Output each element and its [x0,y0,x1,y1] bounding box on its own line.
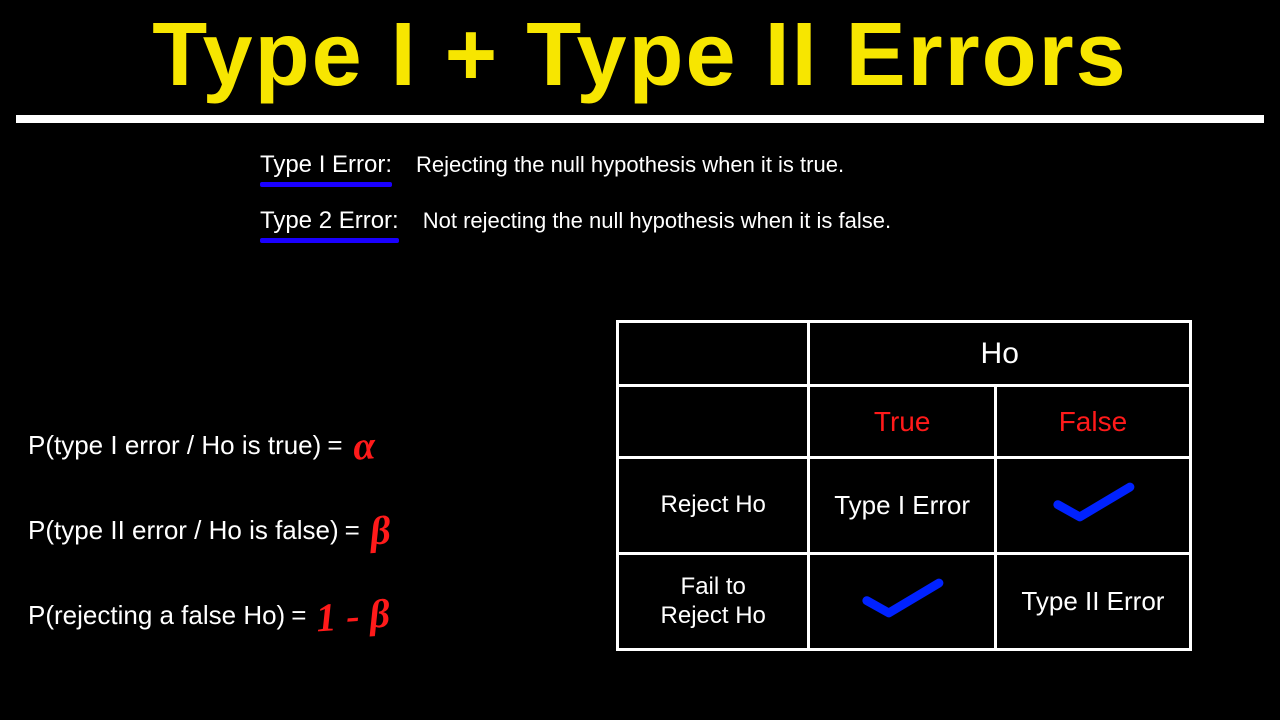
table-row: True False [618,386,1191,458]
correct-reject-cell [995,458,1190,554]
probability-block: P(type I error / Ho is true) = α P(type … [28,422,390,677]
prob-alpha-text: P(type I error / Ho is true) [28,430,321,461]
title-divider [16,115,1264,123]
type1-label: Type I Error: [260,151,392,179]
table-row: Ho [618,322,1191,386]
error-table-grid: Ho True False Reject Ho Type I Error Fai… [616,320,1192,651]
type2-label-text: Type 2 Error: [260,207,399,234]
type1-text: Rejecting the null hypothesis when it is… [416,152,844,178]
type2-definition: Type 2 Error: Not rejecting the null hyp… [260,207,1280,235]
type2-cell: Type II Error [995,554,1190,650]
empty-cell [618,322,809,386]
fail-reject-h0-text: Fail to Reject Ho [643,573,783,631]
correct-fail-cell [809,554,995,650]
prob-power-row: P(rejecting a false Ho) = 1 - β [28,592,390,639]
beta-symbol: β [368,506,392,554]
empty-cell [618,386,809,458]
check-icon [857,576,947,620]
type1-label-text: Type I Error: [260,151,392,178]
type2-text: Not rejecting the null hypothesis when i… [423,208,891,234]
prob-alpha-row: P(type I error / Ho is true) = α [28,422,390,469]
check-icon [1048,480,1138,524]
prob-beta-text: P(type II error / Ho is false) [28,515,339,546]
reject-h0-label: Reject Ho [618,458,809,554]
false-header: False [995,386,1190,458]
page-title: Type I + Type II Errors [0,0,1280,105]
error-table: Ho True False Reject Ho Type I Error Fai… [616,320,1192,651]
type2-underline [260,238,399,243]
table-row: Fail to Reject Ho Type II Error [618,554,1191,650]
prob-power-text: P(rejecting a false Ho) [28,600,285,631]
one-minus-beta-symbol: 1 - β [315,589,392,641]
type1-definition: Type I Error: Rejecting the null hypothe… [260,151,1280,179]
equals-sign: = [345,515,360,546]
alpha-symbol: α [351,421,376,469]
reject-h0-text: Reject Ho [661,491,766,520]
table-row: Reject Ho Type I Error [618,458,1191,554]
prob-beta-row: P(type II error / Ho is false) = β [28,507,390,554]
h0-header: Ho [809,322,1191,386]
equals-sign: = [291,600,306,631]
type1-underline [260,182,392,187]
definitions-block: Type I Error: Rejecting the null hypothe… [260,151,1280,235]
type2-label: Type 2 Error: [260,207,399,235]
type1-cell: Type I Error [809,458,995,554]
true-header: True [809,386,995,458]
fail-reject-h0-label: Fail to Reject Ho [618,554,809,650]
equals-sign: = [327,430,342,461]
